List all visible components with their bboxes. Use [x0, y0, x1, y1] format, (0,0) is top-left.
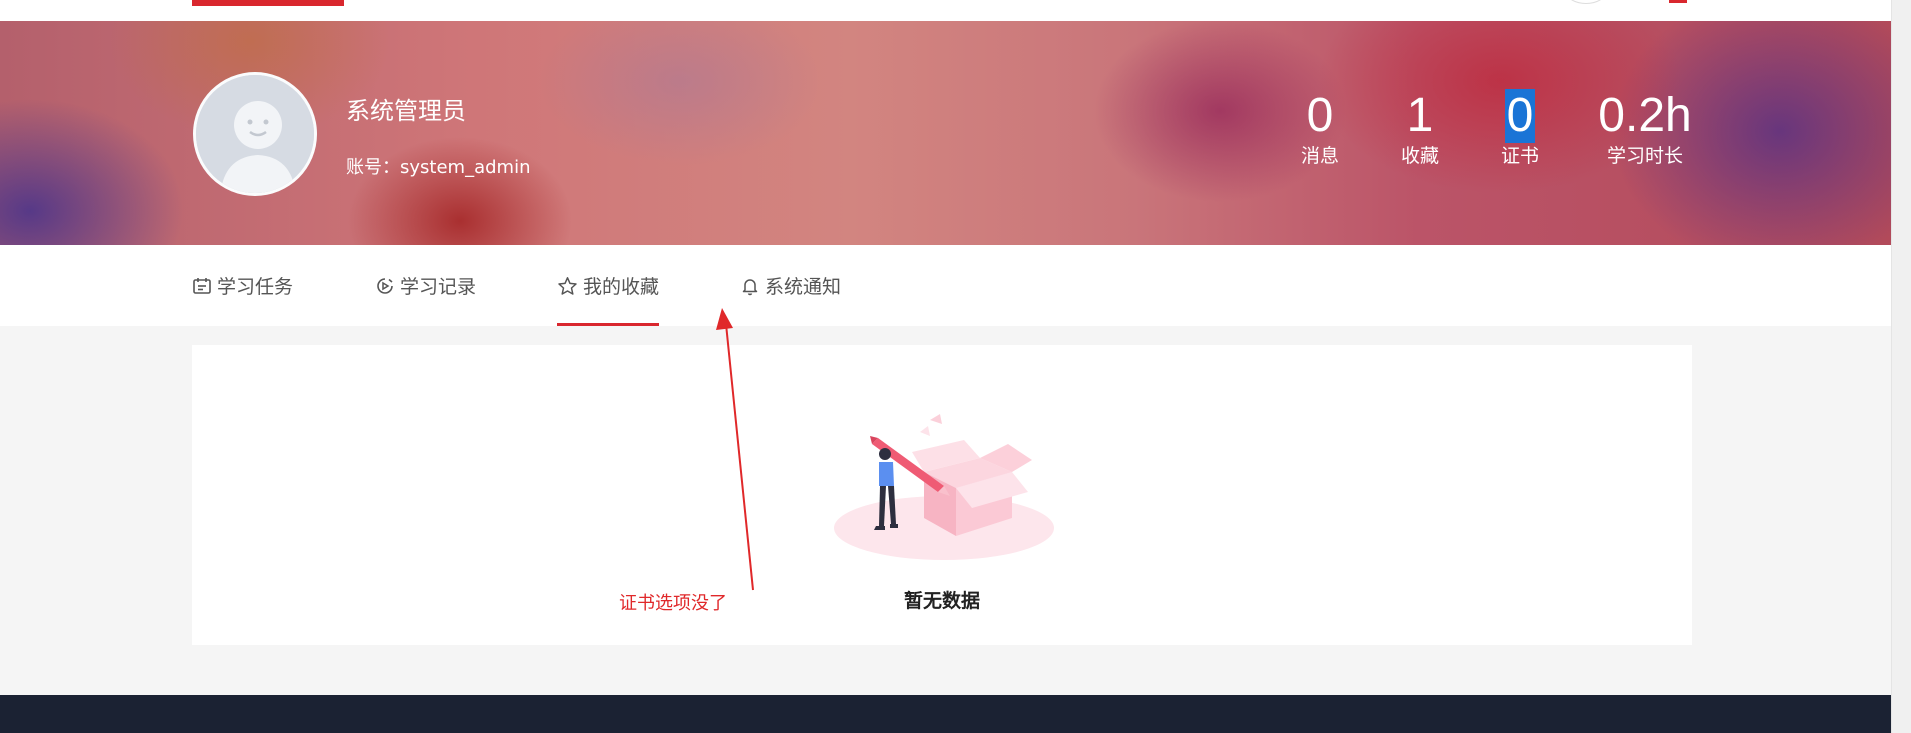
tab-my-favorites[interactable]: 我的收藏: [557, 245, 660, 326]
tab-learning-tasks[interactable]: 学习任务: [192, 245, 293, 326]
empty-state-text: 暂无数据: [903, 590, 980, 612]
annotation-text: 证书选项没了: [619, 593, 727, 614]
site-logo[interactable]: [192, 0, 344, 6]
stat-favorites[interactable]: 1 收藏: [1399, 89, 1441, 169]
top-navbar: [0, 0, 1891, 21]
stat-label: 收藏: [1400, 145, 1439, 167]
top-avatar[interactable]: [1566, 0, 1606, 4]
calendar-icon: [193, 277, 211, 294]
tab-label: 系统通知: [765, 276, 842, 298]
stat-label: 消息: [1300, 145, 1339, 167]
profile-banner: 系统管理员 账号：system_admin 0 消息 1 收藏 0 证书 0.2…: [0, 21, 1891, 245]
user-name: 系统管理员: [346, 97, 466, 125]
tab-label: 学习任务: [217, 276, 294, 298]
star-icon: [558, 276, 577, 295]
bell-icon: [742, 278, 758, 295]
stat-study-time[interactable]: 0.2h 学习时长: [1597, 89, 1693, 169]
user-account: 账号：system_admin: [346, 157, 531, 178]
stat-value: 0.2h: [1598, 89, 1692, 142]
stat-value: 0: [1504, 89, 1536, 143]
stat-label: 学习时长: [1606, 145, 1683, 167]
profile-tabs: 学习任务 学习记录 我的收藏 系统通知: [0, 245, 1891, 326]
tab-label: 我的收藏: [583, 276, 660, 298]
empty-box-illustration: [832, 400, 1062, 564]
page-footer: [0, 695, 1891, 733]
play-record-icon: [377, 277, 393, 294]
stat-value: 1: [1406, 89, 1434, 142]
active-tab-indicator: [557, 323, 660, 326]
stat-certificates[interactable]: 0 证书: [1497, 89, 1543, 169]
favorites-panel: 暂无数据: [192, 345, 1692, 645]
stat-messages[interactable]: 0 消息: [1299, 89, 1341, 169]
tab-system-notifications[interactable]: 系统通知: [740, 245, 841, 326]
stat-label: 证书: [1500, 145, 1539, 167]
tab-label: 学习记录: [400, 276, 477, 298]
default-avatar-icon: [196, 75, 314, 193]
vertical-scrollbar[interactable]: [1891, 0, 1911, 733]
top-nav-indicator: [1669, 0, 1687, 3]
avatar[interactable]: [193, 72, 317, 196]
tab-learning-records[interactable]: 学习记录: [375, 245, 476, 326]
stat-value: 0: [1306, 89, 1334, 142]
